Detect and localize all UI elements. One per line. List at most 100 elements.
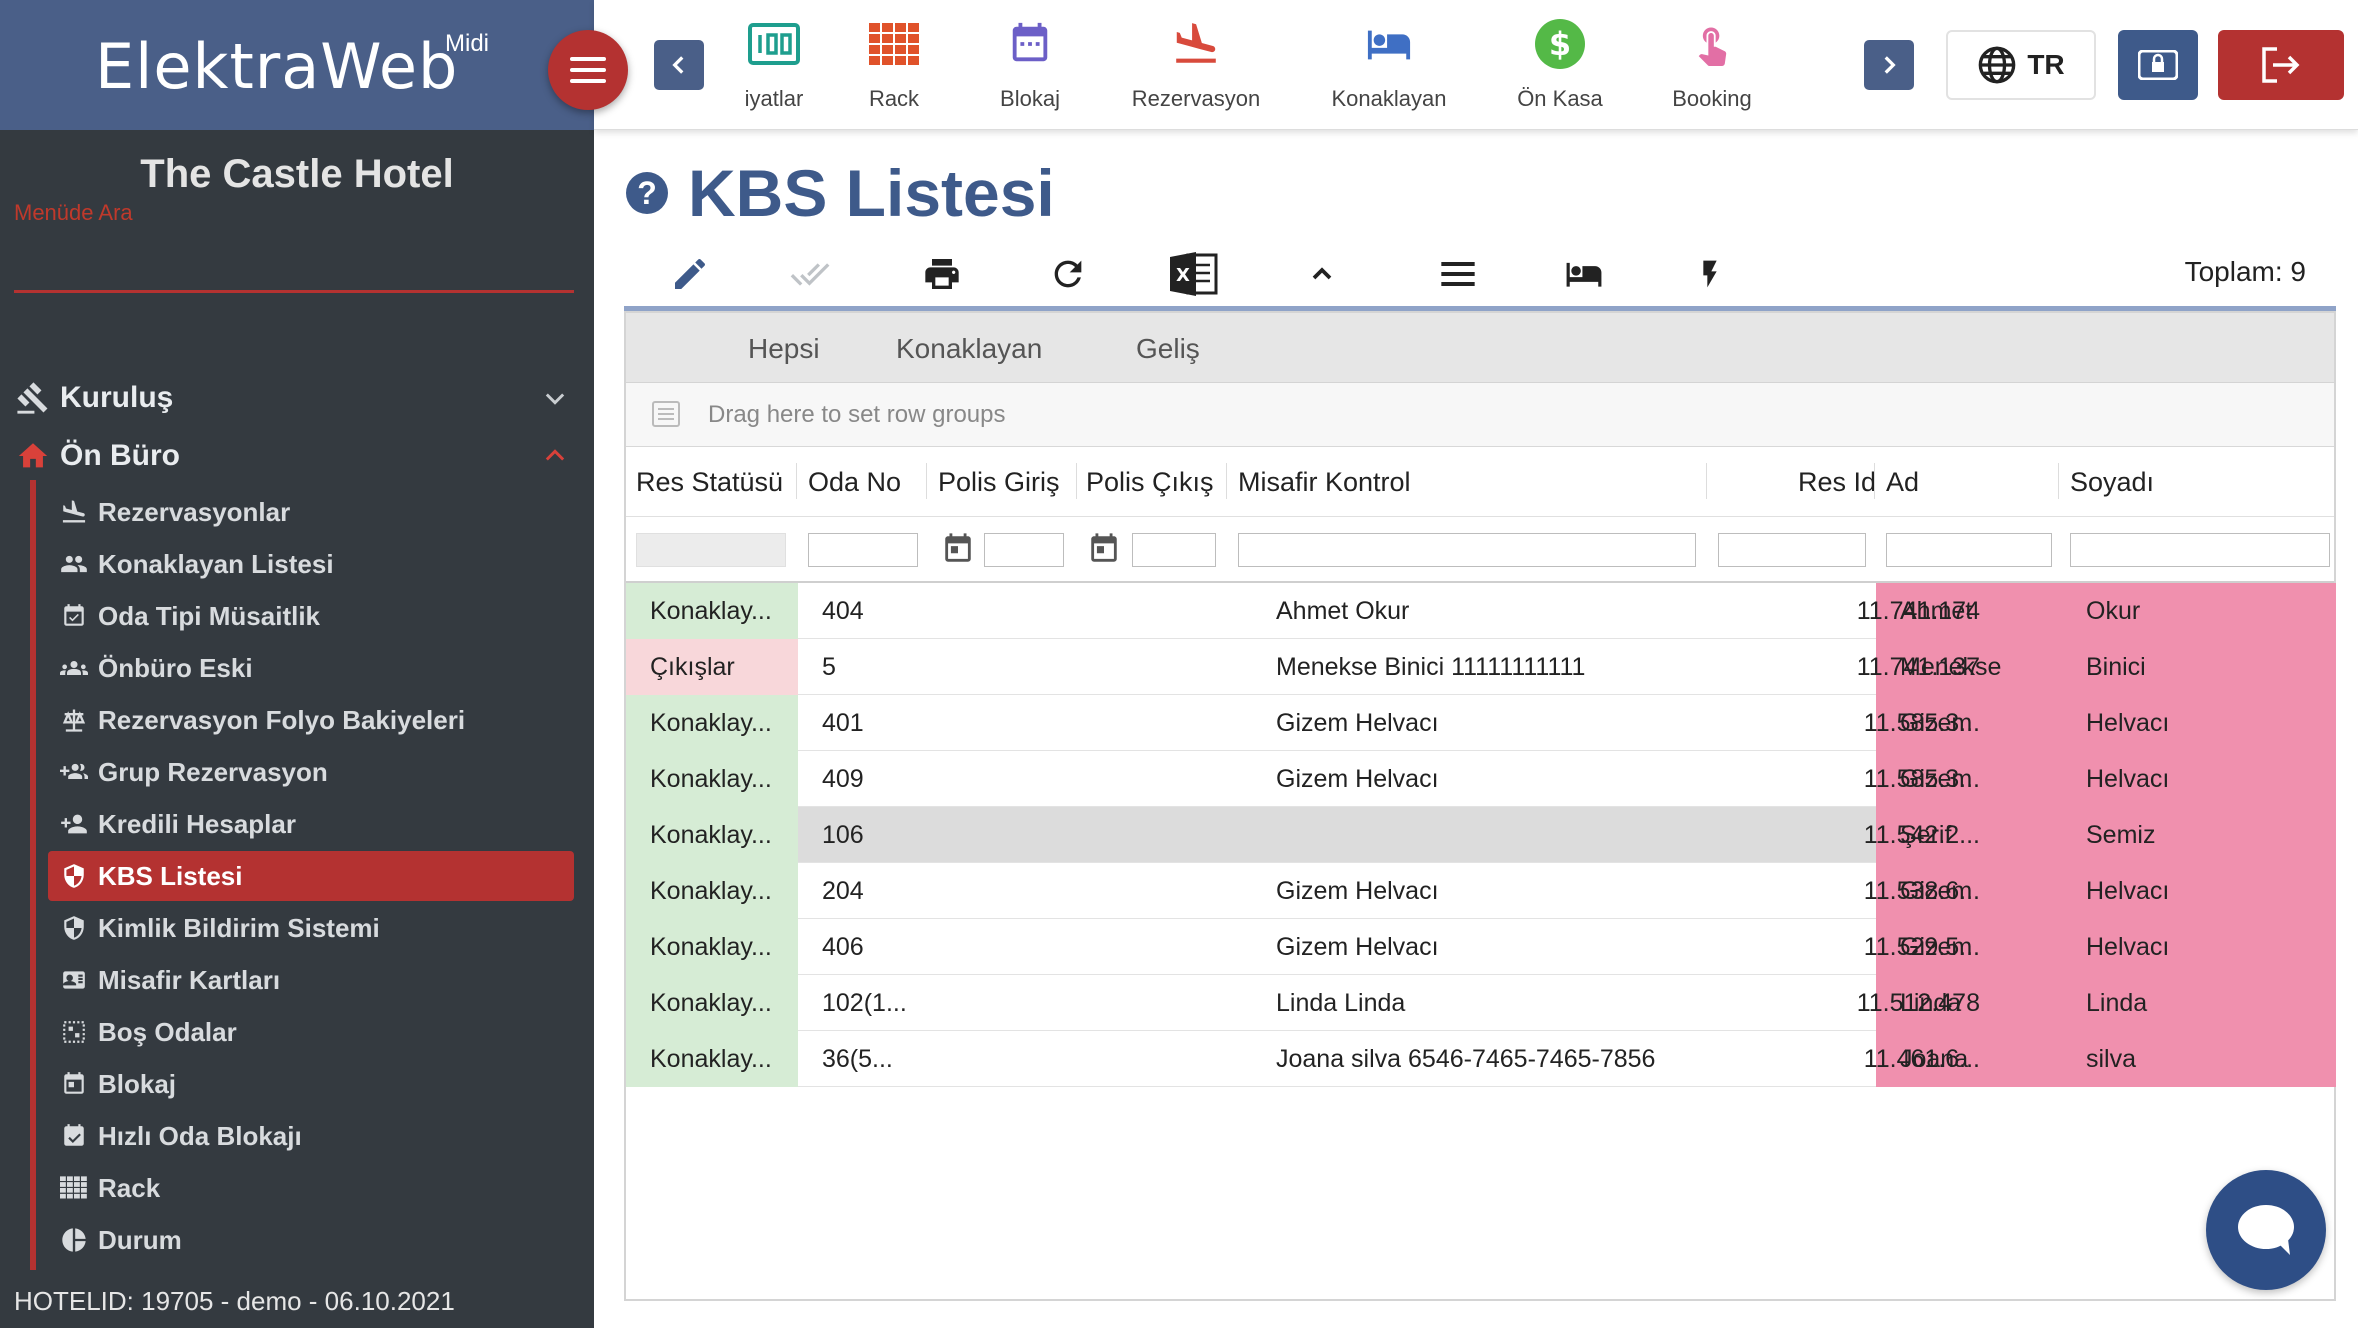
sidebar-item-grup-rezervasyon[interactable]: Grup Rezervasyon bbox=[48, 747, 574, 797]
table-row[interactable]: Konaklay... 406 Gizem Helvacı 11.529.5... Gi… bbox=[626, 919, 2336, 975]
column-header-name[interactable]: Ad bbox=[1886, 467, 1919, 498]
table-row[interactable]: Konaklay... 404 Ahmet Okur 11.741.174 Ahmet O… bbox=[626, 583, 2336, 639]
column-header-res-id[interactable]: Res Id bbox=[1756, 467, 1876, 498]
topbar-item-konaklayan[interactable]: Konaklayan bbox=[1324, 14, 1454, 124]
scroll-right-button[interactable] bbox=[1864, 40, 1914, 90]
sidebar-item-konaklayan-listesi[interactable]: Konaklayan Listesi bbox=[48, 539, 574, 589]
sidebar-item-label: KBS Listesi bbox=[98, 860, 243, 891]
language-selector-button[interactable]: TR bbox=[1946, 30, 2096, 100]
table-row[interactable]: Konaklay... 102(1... Linda Linda 11.512.478… bbox=[626, 975, 2336, 1031]
table-row[interactable]: Çıkışlar 5 Menekse Binici 11111111111 11.74… bbox=[626, 639, 2336, 695]
sidebar-item-kimlik-bildirim-sistemi[interactable]: Kimlik Bildirim Sistemi bbox=[48, 903, 574, 953]
topbar-item-fiyatlar[interactable]: iyatlar bbox=[714, 14, 834, 124]
cell-surname: Okur bbox=[2086, 597, 2141, 625]
cell-res-status: Konaklay... bbox=[626, 863, 798, 919]
cell-guest-check: Joana silva 6546-7465-7465-7856 bbox=[1276, 1045, 1656, 1073]
columns-menu-button[interactable] bbox=[1432, 248, 1484, 300]
topbar-item-rack[interactable]: Rack bbox=[834, 14, 954, 124]
svg-text:$: $ bbox=[1549, 25, 1571, 63]
sidebar-group-on-buro[interactable]: Ön Büro bbox=[0, 428, 594, 484]
export-excel-button[interactable]: X bbox=[1168, 248, 1220, 300]
topbar-item-on-kasa[interactable]: $ Ön Kasa bbox=[1500, 14, 1620, 124]
topbar-item-rezervasyon[interactable]: Rezervasyon bbox=[1124, 14, 1268, 124]
filter-room-no[interactable] bbox=[808, 533, 918, 567]
group-add-icon bbox=[58, 756, 90, 788]
column-separator bbox=[2058, 463, 2059, 499]
cell-res-status: Konaklay... bbox=[626, 583, 798, 639]
column-separator bbox=[1076, 463, 1077, 499]
empty-grid-icon bbox=[58, 1016, 90, 1048]
scroll-left-button[interactable] bbox=[654, 40, 704, 90]
cell-surname: Binici bbox=[2086, 653, 2146, 681]
room-assign-button[interactable] bbox=[1558, 248, 1610, 300]
cell-guest-check: Ahmet Okur bbox=[1276, 597, 1410, 625]
sidebar-item-hizli-oda-blokaji[interactable]: Hızlı Oda Blokajı bbox=[48, 1111, 574, 1161]
approve-button[interactable] bbox=[784, 248, 836, 300]
table-row[interactable]: Konaklay... 36(5... Joana silva 6546-7465-… bbox=[626, 1031, 2336, 1087]
tab-konaklayan[interactable]: Konaklayan bbox=[896, 333, 1042, 365]
sidebar-item-kbs-listesi[interactable]: KBS Listesi bbox=[48, 851, 574, 901]
topbar-item-booking[interactable]: Booking bbox=[1652, 14, 1772, 124]
sidebar-item-label: Kimlik Bildirim Sistemi bbox=[98, 912, 380, 943]
topbar-item-label: Rack bbox=[868, 86, 920, 111]
filter-surname[interactable] bbox=[2070, 533, 2330, 567]
filter-res-status[interactable] bbox=[636, 533, 786, 567]
filter-police-in-calendar[interactable] bbox=[940, 529, 976, 569]
quick-action-button[interactable] bbox=[1684, 248, 1736, 300]
brand-logo[interactable]: ElektraWeb bbox=[95, 30, 458, 103]
sidebar-item-rezervasyon-folyo-bakiyeleri[interactable]: Rezervasyon Folyo Bakiyeleri bbox=[48, 695, 574, 745]
column-header-surname[interactable]: Soyadı bbox=[2070, 467, 2154, 498]
cell-surname: Linda bbox=[2086, 989, 2148, 1017]
column-header-police-in[interactable]: Polis Giriş bbox=[938, 467, 1060, 498]
calendar-icon bbox=[945, 533, 971, 562]
filter-police-in[interactable] bbox=[984, 533, 1064, 567]
pencil-icon bbox=[675, 258, 706, 289]
filter-res-id[interactable] bbox=[1718, 533, 1866, 567]
column-header-res-status[interactable]: Res Statüsü bbox=[636, 467, 783, 498]
collapse-button[interactable] bbox=[1296, 248, 1348, 300]
sidebar-group-kurulus[interactable]: Kuruluş bbox=[0, 370, 594, 426]
total-count: Toplam: 9 bbox=[2184, 256, 2306, 287]
logout-icon bbox=[2262, 47, 2300, 83]
table-row[interactable]: Konaklay... 106 11.542.2... Şerif Semiz bbox=[626, 807, 2336, 863]
tab-hepsi[interactable]: Hepsi bbox=[748, 333, 820, 365]
help-icon[interactable]: ? bbox=[626, 172, 668, 214]
tab-gelis[interactable]: Geliş bbox=[1136, 333, 1200, 365]
sidebar-item-durum[interactable]: Durum bbox=[48, 1215, 574, 1265]
column-header-room-no[interactable]: Oda No bbox=[808, 467, 901, 498]
logout-button[interactable] bbox=[2218, 30, 2344, 100]
print-button[interactable] bbox=[916, 248, 968, 300]
column-separator bbox=[926, 463, 927, 499]
row-group-drop-zone[interactable]: Drag here to set row groups bbox=[626, 383, 2334, 447]
filter-guest-check[interactable] bbox=[1238, 533, 1696, 567]
column-header-police-out[interactable]: Polis Çıkış bbox=[1086, 467, 1214, 498]
refresh-button[interactable] bbox=[1042, 248, 1094, 300]
filter-police-out-calendar[interactable] bbox=[1086, 529, 1122, 569]
sidebar-item-rack[interactable]: Rack bbox=[48, 1163, 574, 1213]
person-add-icon bbox=[58, 808, 90, 840]
sidebar-item-oda-tipi-musaitlik[interactable]: Oda Tipi Müsaitlik bbox=[48, 591, 574, 641]
edit-button[interactable] bbox=[664, 248, 716, 300]
sidebar-item-rezervasyonlar[interactable]: Rezervasyonlar bbox=[48, 487, 574, 537]
chevron-up-icon bbox=[545, 449, 565, 461]
hamburger-menu-button[interactable] bbox=[548, 30, 628, 110]
topbar-item-blokaj[interactable]: Blokaj bbox=[970, 14, 1090, 124]
sidebar-item-misafir-kartlari[interactable]: Misafir Kartları bbox=[48, 955, 574, 1005]
filter-name[interactable] bbox=[1886, 533, 2052, 567]
table-row[interactable]: Konaklay... 409 Gizem Helvacı 11.585.3... Gi… bbox=[626, 751, 2336, 807]
sidebar-item-blokaj[interactable]: Blokaj bbox=[48, 1059, 574, 1109]
sidebar-item-onburo-eski[interactable]: Önbüro Eski bbox=[48, 643, 574, 693]
cell-room-no: 401 bbox=[822, 709, 864, 737]
refresh-icon bbox=[1054, 260, 1082, 288]
chat-button[interactable] bbox=[2206, 1170, 2326, 1290]
row-group-hint: Drag here to set row groups bbox=[708, 401, 1006, 428]
lock-screen-button[interactable] bbox=[2118, 30, 2198, 100]
sidebar-item-kredili-hesaplar[interactable]: Kredili Hesaplar bbox=[48, 799, 574, 849]
cell-room-no: 102(1... bbox=[822, 989, 907, 1017]
table-row[interactable]: Konaklay... 401 Gizem Helvacı 11.585.3... Gi… bbox=[626, 695, 2336, 751]
column-header-guest-check[interactable]: Misafir Kontrol bbox=[1238, 467, 1411, 498]
filter-police-out[interactable] bbox=[1132, 533, 1216, 567]
sidebar-item-bos-odalar[interactable]: Boş Odalar bbox=[48, 1007, 574, 1057]
table-row[interactable]: Konaklay... 204 Gizem Helvacı 11.538.6... Gi… bbox=[626, 863, 2336, 919]
menu-search-input[interactable]: Menüde Ara bbox=[14, 200, 133, 226]
